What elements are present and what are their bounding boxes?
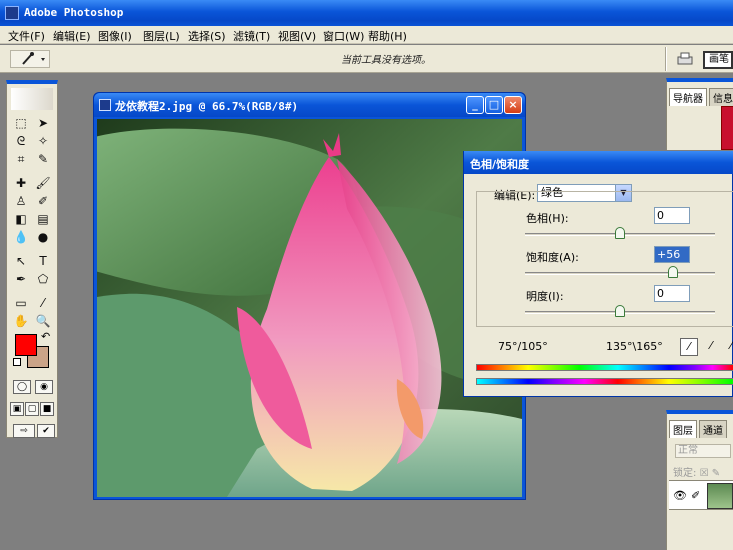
dialog-title-bar: 色相/饱和度 — [464, 151, 733, 174]
edit-in-imageready-icon[interactable]: ✔ — [37, 424, 55, 438]
shape-tool-icon[interactable]: ⬠ — [33, 270, 53, 288]
standard-mode-icon[interactable]: ◯ — [13, 380, 31, 394]
eyedropper-tool-icon[interactable]: ⁄ — [33, 294, 53, 312]
tab-navigator[interactable]: 导航器 — [669, 88, 707, 106]
layer-row[interactable]: 👁 ✐ — [669, 480, 733, 510]
tool-preset-picker[interactable] — [10, 50, 50, 68]
document-window: 龙依教程2.jpg @ 66.7%(RGB/8#) _ □ × — [93, 92, 526, 500]
brush-tool-icon[interactable]: 🖌 — [33, 174, 53, 192]
dialog-title: 色相/饱和度 — [470, 158, 530, 171]
menu-window[interactable]: 窗口(W) — [323, 28, 364, 44]
lightness-label: 明度(I): — [526, 290, 564, 303]
menu-layer[interactable]: 图层(L) — [143, 28, 180, 44]
type-tool-icon[interactable]: T — [33, 252, 53, 270]
photoshop-icon — [5, 6, 19, 20]
hand-tool-icon[interactable]: ✋ — [11, 312, 31, 330]
lock-brush-icon[interactable]: ✎ — [712, 468, 720, 479]
history-brush-tool-icon[interactable]: ✐ — [33, 192, 53, 210]
layer-thumbnail — [707, 483, 733, 509]
menu-filter[interactable]: 滤镜(T) — [233, 28, 270, 44]
eye-icon[interactable]: 👁 — [673, 489, 687, 502]
document-icon — [99, 99, 111, 111]
eyedropper-icon — [22, 52, 45, 65]
options-divider — [665, 47, 667, 71]
lotus-bud-image — [97, 119, 522, 497]
magic-wand-tool-icon[interactable]: ✧ — [33, 132, 53, 150]
slice-tool-icon[interactable]: ✎ — [33, 150, 53, 168]
quick-mask-mode-icon[interactable]: ◉ — [35, 380, 53, 394]
document-title: 龙依教程2.jpg @ 66.7%(RGB/8#) — [115, 100, 299, 113]
eraser-tool-icon[interactable]: ◧ — [11, 210, 31, 228]
saturation-input[interactable]: +56 — [654, 246, 690, 263]
paintbrush-icon: ✐ — [691, 489, 701, 502]
crop-tool-icon[interactable]: ⌗ — [11, 150, 31, 168]
feather-logo-icon — [11, 88, 53, 110]
app-title-bar: Adobe Photoshop — [0, 0, 733, 26]
tab-channels[interactable]: 通道 — [699, 420, 727, 438]
image-canvas[interactable] — [97, 119, 522, 497]
minimize-icon[interactable]: _ — [466, 96, 484, 114]
menu-edit[interactable]: 编辑(E) — [53, 28, 91, 44]
app-title: Adobe Photoshop — [24, 6, 124, 19]
menu-file[interactable]: 文件(F) — [8, 28, 45, 44]
navigator-panel: 导航器 信息 — [666, 78, 733, 150]
tab-layers[interactable]: 图层 — [669, 420, 697, 438]
toolbox: ⬚ ➤ ᘓ ✧ ⌗ ✎ ✚ 🖌 ♙ ✐ ◧ ▤ 💧 ● ↖ T ✒ ⬠ ▭ ⁄ … — [6, 80, 58, 438]
menubar: 文件(F) 编辑(E) 图像(I) 图层(L) 选择(S) 滤镜(T) 视图(V… — [0, 26, 733, 44]
eyedropper-plus-icon[interactable]: ⁄ — [702, 338, 720, 356]
hue-saturation-dialog: 色相/饱和度 编辑(E): 绿色 ▼ 色相(H): 0 饱和度(A): +56 … — [463, 151, 733, 397]
options-bar: 当前工具没有选项。 画笔 — [0, 45, 733, 73]
document-title-bar: 龙依教程2.jpg @ 66.7%(RGB/8#) _ □ × — [94, 93, 525, 117]
adjustment-group — [476, 191, 733, 327]
screen-mode-full-icon[interactable]: ■ — [40, 402, 54, 416]
color-bar-top — [476, 364, 733, 371]
lightness-slider-thumb[interactable] — [615, 305, 625, 317]
marquee-tool-icon[interactable]: ⬚ — [11, 114, 31, 132]
saturation-slider-thumb[interactable] — [668, 266, 679, 278]
default-colors-icon[interactable] — [13, 358, 21, 366]
gradient-tool-icon[interactable]: ▤ — [33, 210, 53, 228]
pen-tool-icon[interactable]: ✒ — [11, 270, 31, 288]
screen-mode-full-menu-icon[interactable]: ▢ — [25, 402, 39, 416]
healing-brush-tool-icon[interactable]: ✚ — [11, 174, 31, 192]
lightness-input[interactable]: 0 — [654, 285, 690, 302]
lock-transparency-icon[interactable]: ☒ — [700, 468, 709, 479]
navigator-proxy-preview[interactable] — [721, 106, 733, 150]
brushes-tab[interactable]: 画笔 — [703, 51, 733, 69]
menu-image[interactable]: 图像(I) — [98, 28, 132, 44]
jump-to-imageready-icon[interactable]: ⇨ — [13, 424, 35, 438]
menu-view[interactable]: 视图(V) — [278, 28, 316, 44]
foreground-color-swatch[interactable] — [15, 334, 37, 356]
range-right-label: 135°\165° — [606, 340, 663, 353]
saturation-slider-track[interactable] — [525, 272, 715, 275]
lock-label: 锁定: ☒ ✎ — [673, 468, 721, 479]
range-left-label: 75°/105° — [498, 340, 548, 353]
color-bar-bottom — [476, 378, 733, 385]
zoom-tool-icon[interactable]: 🔍 — [33, 312, 53, 330]
blur-tool-icon[interactable]: 💧 — [11, 228, 31, 246]
swap-colors-icon[interactable]: ↶ — [41, 330, 50, 343]
close-icon[interactable]: × — [504, 96, 522, 114]
hue-slider-thumb[interactable] — [615, 227, 625, 239]
maximize-icon[interactable]: □ — [485, 96, 503, 114]
hue-label: 色相(H): — [526, 212, 569, 225]
menu-help[interactable]: 帮助(H) — [368, 28, 407, 44]
printer-icon[interactable] — [676, 51, 694, 66]
move-tool-icon[interactable]: ➤ — [33, 114, 53, 132]
dodge-tool-icon[interactable]: ● — [33, 228, 53, 246]
lasso-tool-icon[interactable]: ᘓ — [11, 132, 31, 150]
screen-mode-standard-icon[interactable]: ▣ — [10, 402, 24, 416]
layers-panel: 图层 通道 正常 锁定: ☒ ✎ 👁 ✐ — [666, 410, 733, 550]
eyedropper-icon[interactable]: ⁄ — [680, 338, 698, 356]
options-hint: 当前工具没有选项。 — [341, 55, 431, 66]
saturation-label: 饱和度(A): — [526, 251, 579, 264]
eyedropper-minus-icon[interactable]: ⁄ — [722, 338, 733, 356]
hue-input[interactable]: 0 — [654, 207, 690, 224]
blend-mode-select[interactable]: 正常 — [675, 444, 731, 458]
menu-select[interactable]: 选择(S) — [188, 28, 226, 44]
notes-tool-icon[interactable]: ▭ — [11, 294, 31, 312]
path-selection-tool-icon[interactable]: ↖ — [11, 252, 31, 270]
tab-info[interactable]: 信息 — [709, 88, 733, 106]
clone-stamp-tool-icon[interactable]: ♙ — [11, 192, 31, 210]
